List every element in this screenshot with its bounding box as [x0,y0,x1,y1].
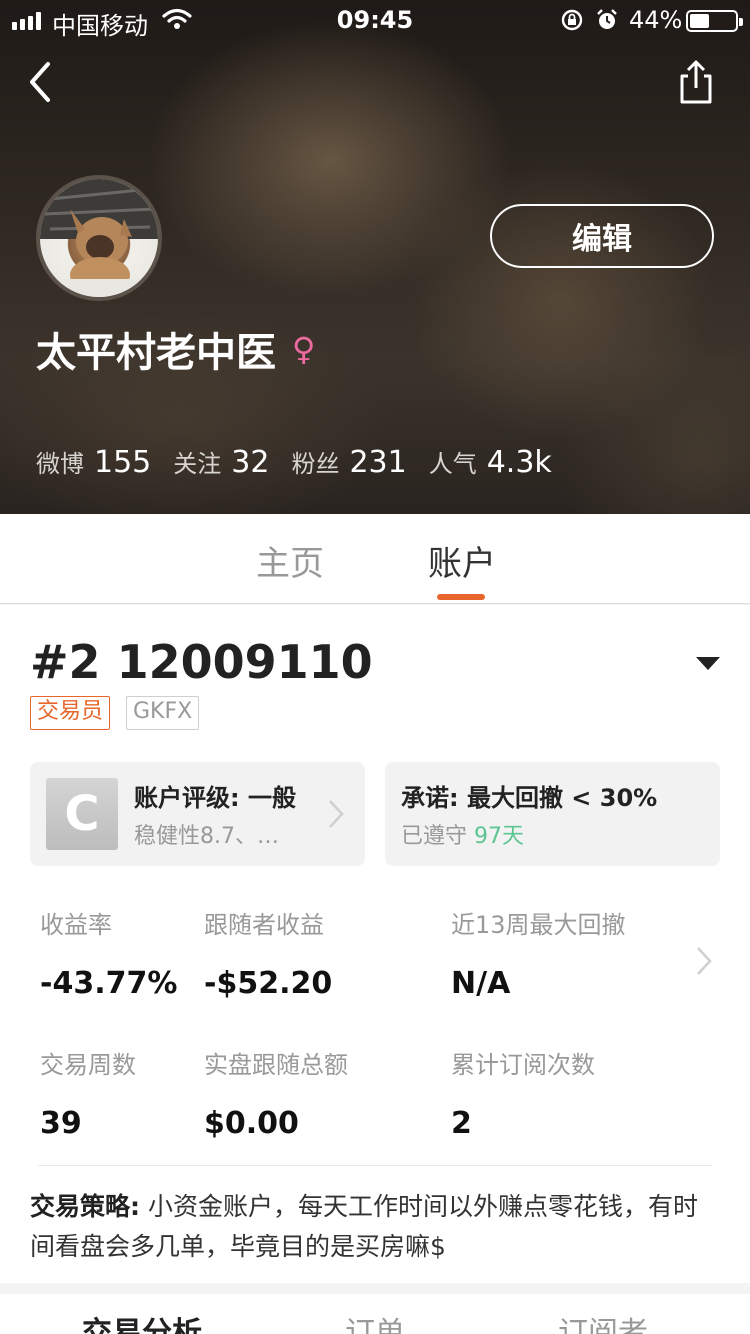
commitment-title: 承诺: 最大回撤 < 30% [401,784,658,812]
broker-tag: GKFX [126,696,200,730]
rotation-lock-icon [561,9,583,31]
strategy-label: 交易策略: [30,1192,140,1221]
female-icon: ♀ [292,330,316,368]
username-text: 太平村老中医 [36,330,276,376]
stat-label: 粉丝 [291,450,340,478]
trader-tag: 交易员 [30,696,111,730]
metric-subscription-count: 累计订阅次数 2 [451,1045,595,1141]
tab-account[interactable]: 账户 [428,536,496,585]
profile-header: 中国移动 09:45 44% 编辑 太平村老中医 ♀ 微博 155 关注 32 … [0,0,750,514]
commitment-days: 97天 [474,824,525,849]
metric-total-follow-amount: 实盘跟随总额 $0.00 [204,1045,348,1141]
account-id: #2 12009110 [30,635,373,689]
chevron-right-icon [329,800,344,828]
tab-active-indicator [437,594,485,600]
avatar-image [40,179,158,297]
metric-value: 39 [40,1106,82,1141]
battery-icon [686,10,743,32]
rating-subtitle: 稳健性8.7、… [134,824,279,849]
metric-label: 实盘跟随总额 [204,1051,348,1079]
rating-title: 账户评级: 一般 [134,784,296,812]
commitment-card: 承诺: 最大回撤 < 30% 已遵守 97天 [385,762,720,866]
metric-label: 近13周最大回撤 [451,911,626,939]
metric-value: $0.00 [204,1106,299,1141]
account-dropdown-icon[interactable] [696,657,720,670]
stat-value: 4.3k [486,445,552,480]
back-icon[interactable] [22,60,62,104]
chevron-right-icon[interactable] [694,945,714,977]
metric-label: 跟随者收益 [204,911,324,939]
grade-badge: C [46,778,118,850]
stat-label: 人气 [428,450,477,478]
stat-value: 155 [94,445,152,480]
stat-value: 32 [231,445,270,480]
stat-weibo[interactable]: 微博 155 [36,444,151,480]
tab-orders[interactable]: 订单 [345,1308,405,1334]
stat-label: 关注 [173,450,222,478]
commitment-status: 已遵守 97天 [401,818,524,850]
metric-max-drawdown: 近13周最大回撤 N/A [451,905,626,1001]
tab-subscribers[interactable]: 订阅者 [558,1308,648,1334]
share-icon[interactable] [674,58,718,106]
trading-strategy: 交易策略: 小资金账户，每天工作时间以外赚点零花钱，有时间看盘会多几单，毕竟目的… [30,1187,720,1267]
username: 太平村老中医 ♀ [36,320,315,378]
stat-label: 微博 [36,450,84,478]
analysis-tab-bar: 交易分析 订单 订阅者 [0,1294,750,1334]
metric-label: 收益率 [40,911,112,939]
metric-value: -43.77% [40,966,178,1001]
status-bar: 中国移动 09:45 44% [0,0,750,40]
stat-followers[interactable]: 粉丝 231 [291,444,406,480]
commitment-status-prefix: 已遵守 [401,824,468,849]
metric-value: 2 [451,1106,472,1141]
metric-follower-profit: 跟随者收益 -$52.20 [204,905,332,1001]
metric-trading-weeks: 交易周数 39 [40,1045,136,1141]
metric-value: N/A [451,966,511,1001]
metric-return-rate: 收益率 -43.77% [40,905,177,1001]
account-card: #2 12009110 交易员 GKFX C 账户评级: 一般 稳健性8.7、…… [0,605,750,1283]
avatar[interactable] [36,175,162,301]
metric-value: -$52.20 [204,966,333,1001]
tab-home[interactable]: 主页 [256,536,324,585]
divider [38,1165,712,1166]
stat-value: 231 [349,445,407,480]
metric-label: 累计订阅次数 [451,1051,595,1079]
metric-label: 交易周数 [40,1051,136,1079]
edit-profile-button[interactable]: 编辑 [490,204,714,268]
tab-trade-analysis[interactable]: 交易分析 [82,1308,202,1334]
stat-popularity: 人气 4.3k [429,444,552,480]
alarm-icon [597,9,617,29]
account-rating-card[interactable]: C 账户评级: 一般 稳健性8.7、… [30,762,365,866]
stat-following[interactable]: 关注 32 [173,444,269,480]
battery-percent: 44% [629,6,683,34]
profile-stats: 微博 155 关注 32 粉丝 231 人气 4.3k [36,444,574,480]
profile-tab-bar: 主页 账户 [0,514,750,604]
